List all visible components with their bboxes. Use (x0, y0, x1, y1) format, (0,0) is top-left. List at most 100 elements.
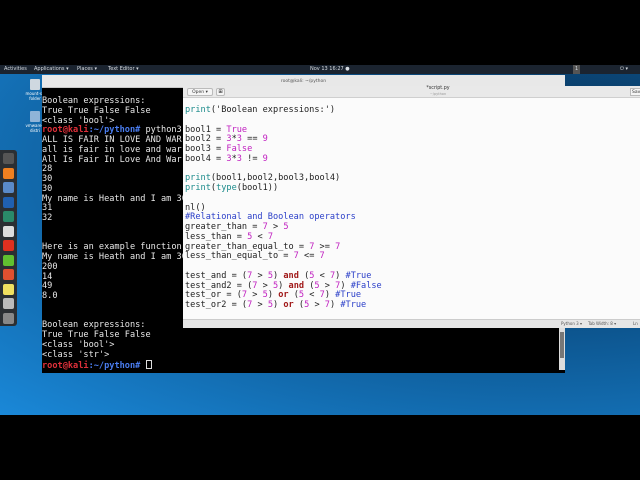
code-token: ) (329, 300, 341, 310)
prompt-path: :~/python# (88, 361, 141, 372)
code-token: type (216, 183, 237, 193)
scrollbar-thumb[interactable] (560, 332, 564, 358)
code-token: test_or2 = ( (185, 300, 248, 310)
code-token: ) (273, 270, 284, 281)
new-document-icon: ⊞ (218, 89, 223, 95)
code-line: print('Boolean expressions:') (185, 105, 382, 116)
prompt-user: root@kali (42, 125, 89, 136)
terminal-text: My name is Heath and I am 30 (42, 252, 187, 262)
text-editor-menu[interactable]: Text Editor ▾ (108, 65, 139, 74)
code-token: 9 (262, 134, 268, 145)
code-token: #False (350, 280, 382, 291)
code-line: test_or2 = (7 > 5) or (5 > 7) #True (185, 300, 382, 311)
code-token: ) (278, 280, 289, 291)
burp-icon[interactable] (3, 269, 14, 280)
trash-icon[interactable] (3, 298, 14, 309)
gedit-headerbar: Open ▾ ⊞ *script.py ~/python Save (183, 86, 640, 98)
terminal-text: 30 (42, 174, 53, 184)
leafpad-icon[interactable] (3, 254, 14, 266)
armitage-icon[interactable] (3, 211, 14, 222)
desktop: Activities Applications ▾ Places ▾ Text … (0, 65, 640, 415)
activities-button[interactable]: Activities (4, 65, 27, 74)
code-token: != (241, 153, 263, 164)
code-token: ) (324, 290, 336, 301)
code-token: greater_than_equal_to = (185, 241, 310, 252)
terminal-text: 30 (42, 183, 53, 194)
tab-width-selector[interactable]: Tab Width: 8 ▾ (588, 320, 616, 328)
save-button[interactable]: Save (630, 88, 640, 96)
document-path: ~/python (429, 92, 447, 96)
code-token: bool2 = (185, 134, 227, 145)
cursor (145, 360, 152, 370)
code-token: ) (335, 270, 346, 281)
code-token: #True (345, 270, 372, 281)
terminal-text: 31 (42, 203, 53, 214)
terminal-text: all is fair in love and war. (42, 144, 187, 155)
system-menu[interactable]: ⏻ ▾ (620, 65, 628, 74)
code-token: bool3 = (185, 144, 227, 154)
terminal-prompt-line: root@kali:~/python# (42, 360, 557, 372)
code-token: print (185, 105, 211, 115)
open-button[interactable]: Open ▾ (187, 88, 213, 96)
terminal-text: <class 'bool'> (42, 339, 115, 350)
clock[interactable]: Nov 13 16:27 ● (310, 65, 350, 74)
code-line: ​ (185, 311, 382, 319)
gedit-window[interactable]: Open ▾ ⊞ *script.py ~/python Save print(… (183, 86, 640, 328)
status-bar: Python 3 ▾ Tab Width: 8 ▾ Ln (183, 319, 640, 328)
terminal-text: Here is an example function: (42, 242, 187, 253)
terminal-text: ALL IS FAIR IN LOVE AND WAR. (42, 135, 187, 145)
code-text[interactable]: print('Boolean expressions:') ​ bool1 = Tr… (185, 105, 382, 319)
code-token: < (252, 231, 268, 242)
terminal-text: <class 'bool'> (42, 115, 115, 126)
code-line: print(type(bool1)) (185, 183, 382, 194)
faraday-icon[interactable] (3, 240, 14, 251)
prompt-user: root@kali (42, 361, 89, 372)
terminal-text: 8.0 (42, 291, 58, 301)
apps-grid-icon[interactable] (3, 312, 14, 324)
notes-icon[interactable] (3, 283, 14, 295)
new-tab-button[interactable]: ⊞ (216, 88, 225, 96)
terminal-text: 200 (42, 261, 58, 272)
code-token: > (247, 290, 263, 301)
folder-icon (30, 79, 40, 90)
code-token: < (304, 290, 320, 301)
code-line: bool4 = 3*3 != 9 (185, 153, 382, 165)
code-token: #True (335, 290, 362, 301)
code-token: nl() (185, 202, 206, 213)
applications-menu[interactable]: Applications ▾ (34, 65, 69, 74)
code-token: ) (273, 300, 284, 310)
code-token: #Relational and Boolean operators (185, 212, 356, 223)
code-token: <= (298, 251, 320, 262)
top-bar: Activities Applications ▾ Places ▾ Text … (0, 65, 640, 74)
terminal-icon[interactable] (3, 153, 14, 164)
code-token: or (283, 300, 294, 310)
terminal-title: root@kali: ~/python (280, 79, 327, 84)
places-menu[interactable]: Places ▾ (77, 65, 97, 74)
code-token: > (252, 300, 268, 310)
code-token: 7 (335, 241, 341, 252)
terminal-text: 28 (42, 164, 53, 175)
code-token: #True (340, 300, 367, 310)
code-line: ​ (185, 194, 382, 204)
workspace-indicator[interactable]: 1 (573, 65, 581, 74)
code-token: and (288, 280, 305, 291)
editor-area[interactable]: print('Boolean expressions:') ​ bool1 = Tr… (183, 98, 640, 319)
terminal-text: 49 (42, 281, 53, 292)
code-token: > (252, 270, 268, 281)
terminal-line: <class 'bool'> (42, 339, 557, 351)
code-token: > (319, 280, 336, 291)
code-token: bool1 = (185, 124, 227, 135)
code-token: True (226, 124, 248, 135)
firefox-icon[interactable] (3, 167, 14, 179)
maltego-icon[interactable] (3, 225, 14, 237)
code-token: >= (314, 241, 336, 252)
files-icon[interactable] (3, 182, 14, 193)
folder-icon (30, 111, 40, 122)
code-token: == (241, 134, 263, 145)
code-token: print (185, 183, 211, 193)
terminal-text: 32 (42, 213, 53, 223)
terminal-text: python3 (140, 125, 182, 136)
metasploit-icon[interactable] (3, 196, 14, 208)
language-selector[interactable]: Python 3 ▾ (561, 320, 582, 328)
cursor-position: Ln (633, 321, 638, 326)
